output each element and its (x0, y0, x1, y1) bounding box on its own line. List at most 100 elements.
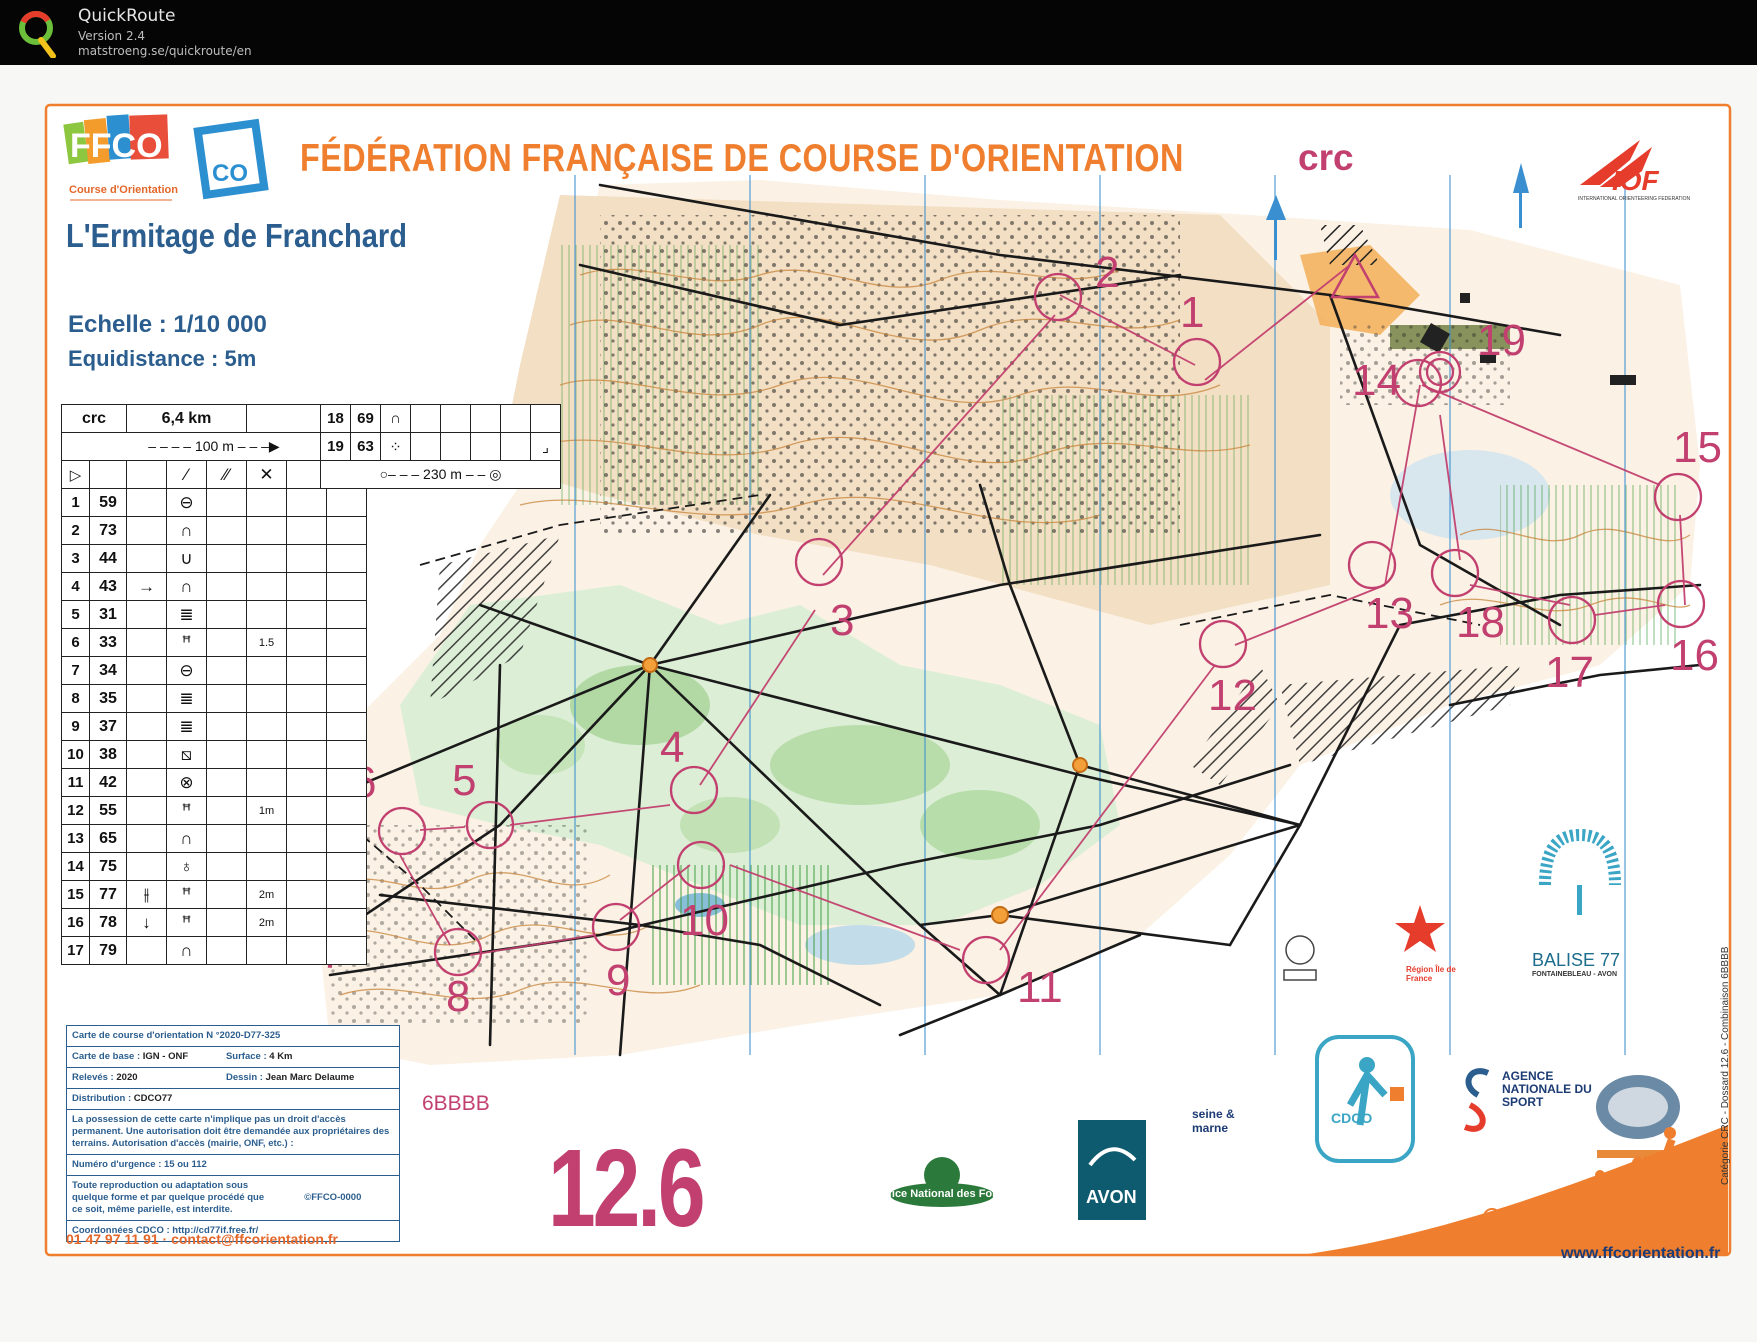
control-number-8: 8 (446, 972, 470, 1021)
control-description-rows: 1 59 ⊖ 2 73 ∩ 3 44 ∪ 4 43 → ∩ 5 31 ≣ 6 33 ꟸ 1.5 7 34 ⊖ 8 35 ≣ 9 37 ≣… (61, 488, 367, 965)
cd-feature-symbol-icon: ♁ (166, 852, 207, 881)
side-text: Catégorie CRC - Dossard 12.6 - Combinais… (1720, 946, 1731, 1185)
title-bar: QuickRoute Version 2.4 matstroeng.se/qui… (0, 0, 1757, 65)
event-name: L'Ermitage de Franchard (66, 217, 407, 254)
cd-feature-symbol-icon: ⧅ (166, 740, 207, 769)
cd-empty (326, 880, 367, 909)
cd-extra-direction-icon (126, 600, 167, 629)
cd-finish-route: ○– – – 230 m – – ◎ (320, 460, 561, 489)
cd-extra-direction-icon (126, 488, 167, 517)
cd-empty (286, 796, 327, 825)
cd-feature-symbol-icon: ∪ (166, 544, 207, 573)
cd-empty (286, 824, 327, 853)
cd-empty (286, 936, 327, 965)
cd-feature-symbol-icon: ∩ (166, 516, 207, 545)
svg-text:Course d'Orientation: Course d'Orientation (69, 184, 178, 196)
cd-dimension: 1m (246, 796, 287, 825)
cd-dimension (246, 936, 287, 965)
cd-dimension (246, 768, 287, 797)
cd-dimension (246, 544, 287, 573)
cd-feature-symbol-icon: ⊗ (166, 768, 207, 797)
cd-control-code: 77 (89, 880, 127, 909)
cd-dimension: 2m (246, 908, 287, 937)
footer-website: www.ffcorientation.fr (1561, 1245, 1721, 1262)
cd-empty (286, 908, 327, 937)
cd-empty (206, 824, 247, 853)
cd-extra-direction-icon: ↓ (126, 908, 167, 937)
cd-dimension (246, 516, 287, 545)
cd-extra-direction-icon (126, 656, 167, 685)
base-map-label: Carte de base : (72, 1051, 141, 1062)
federation-title: FÉDÉRATION FRANÇAISE DE COURSE D'ORIENTA… (300, 137, 1184, 180)
cd-empty (206, 488, 247, 517)
cd-empty (206, 600, 247, 629)
cd-empty (286, 740, 327, 769)
control-number-1: 1 (1180, 288, 1204, 337)
cd-empty (206, 712, 247, 741)
depression-icon: ⁘ (380, 432, 411, 461)
control-row: 11 42 ⊗ (61, 768, 367, 797)
cd-empty (286, 600, 327, 629)
cd-dimension (246, 656, 287, 685)
cd-control-number: 6 (61, 628, 90, 657)
cd-extra-direction-icon (126, 628, 167, 657)
map-canvas[interactable]: 1 2 3 4 5 6 7 8 9 10 11 12 13 14 15 16 1… (0, 65, 1757, 1342)
cd-empty (286, 880, 327, 909)
cd-control-number: 7 (61, 656, 90, 685)
cd-control-code: 38 (89, 740, 127, 769)
control-number-10: 10 (680, 896, 729, 945)
onf-label: Office National des Forêts (876, 1188, 1013, 1200)
start-triangle-icon: ▷ (61, 460, 90, 489)
cd-feature-symbol-icon: ꟸ (166, 880, 207, 909)
control-row: 13 65 ∩ (61, 824, 367, 853)
cd-feature-symbol-icon: ꟸ (166, 908, 207, 937)
cd-empty (206, 572, 247, 601)
control-row: 4 43 → ∩ (61, 572, 367, 601)
cd-control-code: 73 (89, 516, 127, 545)
control-row: 8 35 ≣ (61, 684, 367, 713)
cd-empty (206, 852, 247, 881)
cd-feature-symbol-icon: ꟸ (166, 796, 207, 825)
control-row: 14 75 ♁ (61, 852, 367, 881)
agence-sport-label: AGENCE NATIONALE DU SPORT (1502, 1069, 1592, 1109)
cd-extra-num: 18 (320, 404, 351, 433)
course-category-label: crc (1298, 137, 1354, 178)
control-number-11: 11 (1017, 963, 1063, 1012)
app-url: matstroeng.se/quickroute/en (78, 44, 252, 58)
cd-empty (326, 740, 367, 769)
seine-marne-label: seine & marne (1192, 1107, 1235, 1135)
balise-sublabel: FONTAINEBLEAU - AVON (1532, 971, 1618, 978)
finish-circle-icon: – – ◎ (465, 466, 502, 482)
cd-empty (286, 768, 327, 797)
distribution-label: Distribution : (72, 1093, 132, 1104)
cd-control-number: 15 (61, 880, 90, 909)
control-description-extra-table: 18 69 ∩ 19 63 ⁘ ⌟ ○– – – 230 m – – ◎ (320, 404, 561, 489)
cd-extra-direction-icon (126, 712, 167, 741)
cd-empty (286, 656, 327, 685)
cd-extra-direction-icon (126, 516, 167, 545)
cd-control-number: 12 (61, 796, 90, 825)
cd-empty (326, 796, 367, 825)
cd-empty (286, 544, 327, 573)
knoll-icon: ∩ (380, 404, 411, 433)
cd-control-code: 34 (89, 656, 127, 685)
cd-control-number: 3 (61, 544, 90, 573)
cd-control-number: 2 (61, 516, 90, 545)
avon-label: AVON (1086, 1187, 1137, 1207)
control-number-18: 18 (1456, 598, 1505, 647)
cd-empty (286, 572, 327, 601)
control-number-2: 2 (1095, 248, 1119, 297)
cd-dimension (246, 600, 287, 629)
cd-empty (326, 572, 367, 601)
slope-icon: ⁄⁄ (206, 460, 247, 489)
cd-empty (206, 768, 247, 797)
control-number-13: 13 (1365, 589, 1414, 638)
cd-control-code: 43 (89, 572, 127, 601)
cd-control-code: 78 (89, 908, 127, 937)
cd-control-number: 1 (61, 488, 90, 517)
cd-control-code: 59 (89, 488, 127, 517)
control-row: 6 33 ꟸ 1.5 (61, 628, 367, 657)
cd-empty (206, 684, 247, 713)
slope-icon: ⁄ (166, 460, 207, 489)
cd-control-number: 17 (61, 936, 90, 965)
